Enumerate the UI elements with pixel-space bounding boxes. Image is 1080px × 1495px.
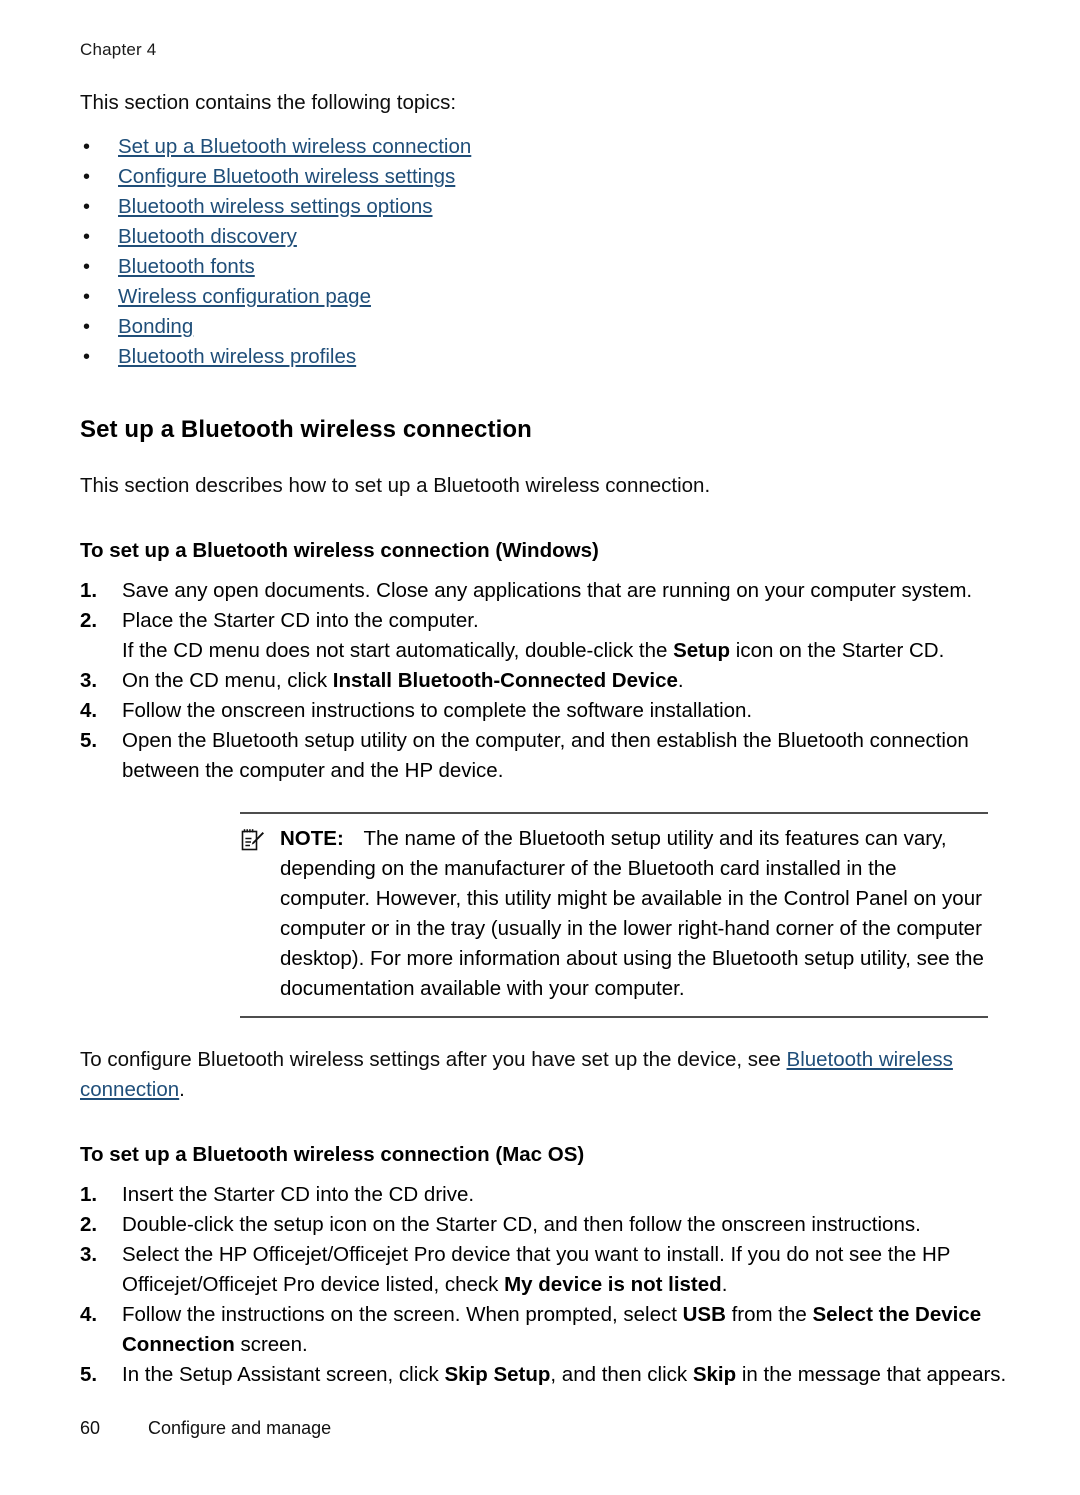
topics-link-list: • Set up a Bluetooth wireless connection… bbox=[80, 132, 1010, 372]
page-footer: 60 Configure and manage bbox=[80, 1418, 1010, 1439]
note-label: NOTE: bbox=[280, 827, 344, 850]
section-heading: Set up a Bluetooth wireless connection bbox=[80, 416, 532, 443]
topic-link-bluetooth-fonts[interactable]: Bluetooth fonts bbox=[118, 255, 255, 278]
step-number: 3. bbox=[80, 1243, 98, 1266]
list-item[interactable]: • Configure Bluetooth wireless settings bbox=[80, 162, 1010, 192]
step-item: 2. Double-click the setup icon on the St… bbox=[80, 1210, 1010, 1240]
topic-link-wireless-configuration-page[interactable]: Wireless configuration page bbox=[118, 285, 371, 308]
step-pre-text: In the Setup Assistant screen, click bbox=[122, 1363, 445, 1386]
step-pre-text: Follow the instructions on the screen. W… bbox=[122, 1303, 683, 1326]
list-item[interactable]: • Bluetooth wireless profiles bbox=[80, 342, 1010, 372]
step-item: 3. On the CD menu, click Install Bluetoo… bbox=[80, 666, 1010, 696]
list-item[interactable]: • Bluetooth fonts bbox=[80, 252, 1010, 282]
bullet-icon: • bbox=[83, 346, 91, 368]
bullet-icon: • bbox=[83, 196, 91, 218]
step-item: 5. Open the Bluetooth setup utility on t… bbox=[80, 726, 1010, 786]
step-number: 4. bbox=[80, 699, 98, 722]
substep-pre-text: If the CD menu does not start automatica… bbox=[122, 639, 674, 662]
topic-link-bonding[interactable]: Bonding bbox=[118, 315, 193, 338]
step-text: Insert the Starter CD into the CD drive. bbox=[122, 1183, 475, 1206]
bullet-icon: • bbox=[83, 226, 91, 248]
step-item: 5. In the Setup Assistant screen, click … bbox=[80, 1360, 1010, 1390]
bullet-icon: • bbox=[83, 256, 91, 278]
step-number: 5. bbox=[80, 1363, 98, 1386]
topic-link-configure-bluetooth-wireless-settings[interactable]: Configure Bluetooth wireless settings bbox=[118, 165, 455, 188]
step-post-text: screen. bbox=[234, 1333, 308, 1356]
substep-bold-term: Setup bbox=[673, 639, 731, 662]
topic-link-bluetooth-wireless-settings-options[interactable]: Bluetooth wireless settings options bbox=[118, 195, 433, 218]
note-pencil-icon bbox=[240, 827, 266, 853]
step-substep: If the CD menu does not start automatica… bbox=[122, 636, 1010, 666]
mac-procedure-steps: 1. Insert the Starter CD into the CD dri… bbox=[80, 1180, 1010, 1390]
step-mid-text: , and then click bbox=[550, 1363, 693, 1386]
step-bold-term: Install Bluetooth-Connected Device bbox=[332, 669, 678, 692]
step-post-text: . bbox=[721, 1273, 728, 1296]
step-bold-term-2: Skip bbox=[692, 1363, 737, 1386]
footer-section-title: Configure and manage bbox=[148, 1418, 332, 1438]
mac-procedure-heading: To set up a Bluetooth wireless connectio… bbox=[80, 1143, 585, 1166]
note-body: NOTE: The name of the Bluetooth setup ut… bbox=[240, 824, 988, 1004]
after-note-paragraph: To configure Bluetooth wireless settings… bbox=[80, 1045, 1010, 1105]
step-item: 3. Select the HP Officejet/Officejet Pro… bbox=[80, 1240, 1010, 1300]
step-item: 1. Insert the Starter CD into the CD dri… bbox=[80, 1180, 1010, 1210]
step-number: 4. bbox=[80, 1303, 98, 1326]
intro-lead-text: This section contains the following topi… bbox=[80, 91, 457, 114]
list-item[interactable]: • Bluetooth wireless settings options bbox=[80, 192, 1010, 222]
substep-post-text: icon on the Starter CD. bbox=[730, 639, 945, 662]
step-text: Follow the onscreen instructions to comp… bbox=[122, 699, 753, 722]
step-number: 3. bbox=[80, 669, 98, 692]
step-bold-term: My device is not listed bbox=[504, 1273, 722, 1296]
step-text: Open the Bluetooth setup utility on the … bbox=[122, 729, 969, 782]
bullet-icon: • bbox=[83, 286, 91, 308]
step-item: 1. Save any open documents. Close any ap… bbox=[80, 576, 1010, 606]
list-item[interactable]: • Set up a Bluetooth wireless connection bbox=[80, 132, 1010, 162]
topic-link-bluetooth-wireless-profiles[interactable]: Bluetooth wireless profiles bbox=[118, 345, 356, 368]
step-text: Double-click the setup icon on the Start… bbox=[122, 1213, 921, 1236]
list-item[interactable]: • Wireless configuration page bbox=[80, 282, 1010, 312]
step-number: 1. bbox=[80, 1183, 98, 1206]
step-post-text: . bbox=[677, 669, 684, 692]
step-number: 2. bbox=[80, 609, 98, 632]
note-callout: NOTE: The name of the Bluetooth setup ut… bbox=[240, 812, 988, 1018]
step-text: Place the Starter CD into the computer. bbox=[122, 609, 479, 632]
step-number: 5. bbox=[80, 729, 98, 752]
list-item[interactable]: • Bonding bbox=[80, 312, 1010, 342]
section-description: This section describes how to set up a B… bbox=[80, 474, 711, 497]
after-note-post-text: . bbox=[179, 1078, 185, 1101]
step-text: Save any open documents. Close any appli… bbox=[122, 579, 973, 602]
windows-procedure-heading: To set up a Bluetooth wireless connectio… bbox=[80, 539, 599, 562]
topic-link-setup-bluetooth-wireless-connection[interactable]: Set up a Bluetooth wireless connection bbox=[118, 135, 471, 158]
step-post-text: in the message that appears. bbox=[736, 1363, 1007, 1386]
footer-page-number: 60 bbox=[80, 1418, 101, 1438]
note-text: The name of the Bluetooth setup utility … bbox=[280, 827, 984, 1000]
after-note-pre-text: To configure Bluetooth wireless settings… bbox=[80, 1048, 787, 1071]
step-bold-term: Skip Setup bbox=[444, 1363, 551, 1386]
step-mid-text: from the bbox=[725, 1303, 813, 1326]
bullet-icon: • bbox=[83, 166, 91, 188]
step-item: 2. Place the Starter CD into the compute… bbox=[80, 606, 1010, 666]
step-pre-text: On the CD menu, click bbox=[122, 669, 333, 692]
running-head-chapter: Chapter 4 bbox=[80, 40, 157, 59]
document-page: Chapter 4 This section contains the foll… bbox=[0, 0, 1080, 1495]
step-number: 1. bbox=[80, 579, 98, 602]
step-bold-term: USB bbox=[682, 1303, 726, 1326]
page-body: This section contains the following topi… bbox=[80, 88, 1010, 1390]
step-item: 4. Follow the instructions on the screen… bbox=[80, 1300, 1010, 1360]
bullet-icon: • bbox=[83, 316, 91, 338]
topic-link-bluetooth-discovery[interactable]: Bluetooth discovery bbox=[118, 225, 297, 248]
bullet-icon: • bbox=[83, 136, 91, 158]
step-number: 2. bbox=[80, 1213, 98, 1236]
list-item[interactable]: • Bluetooth discovery bbox=[80, 222, 1010, 252]
windows-procedure-steps: 1. Save any open documents. Close any ap… bbox=[80, 576, 1010, 786]
step-item: 4. Follow the onscreen instructions to c… bbox=[80, 696, 1010, 726]
